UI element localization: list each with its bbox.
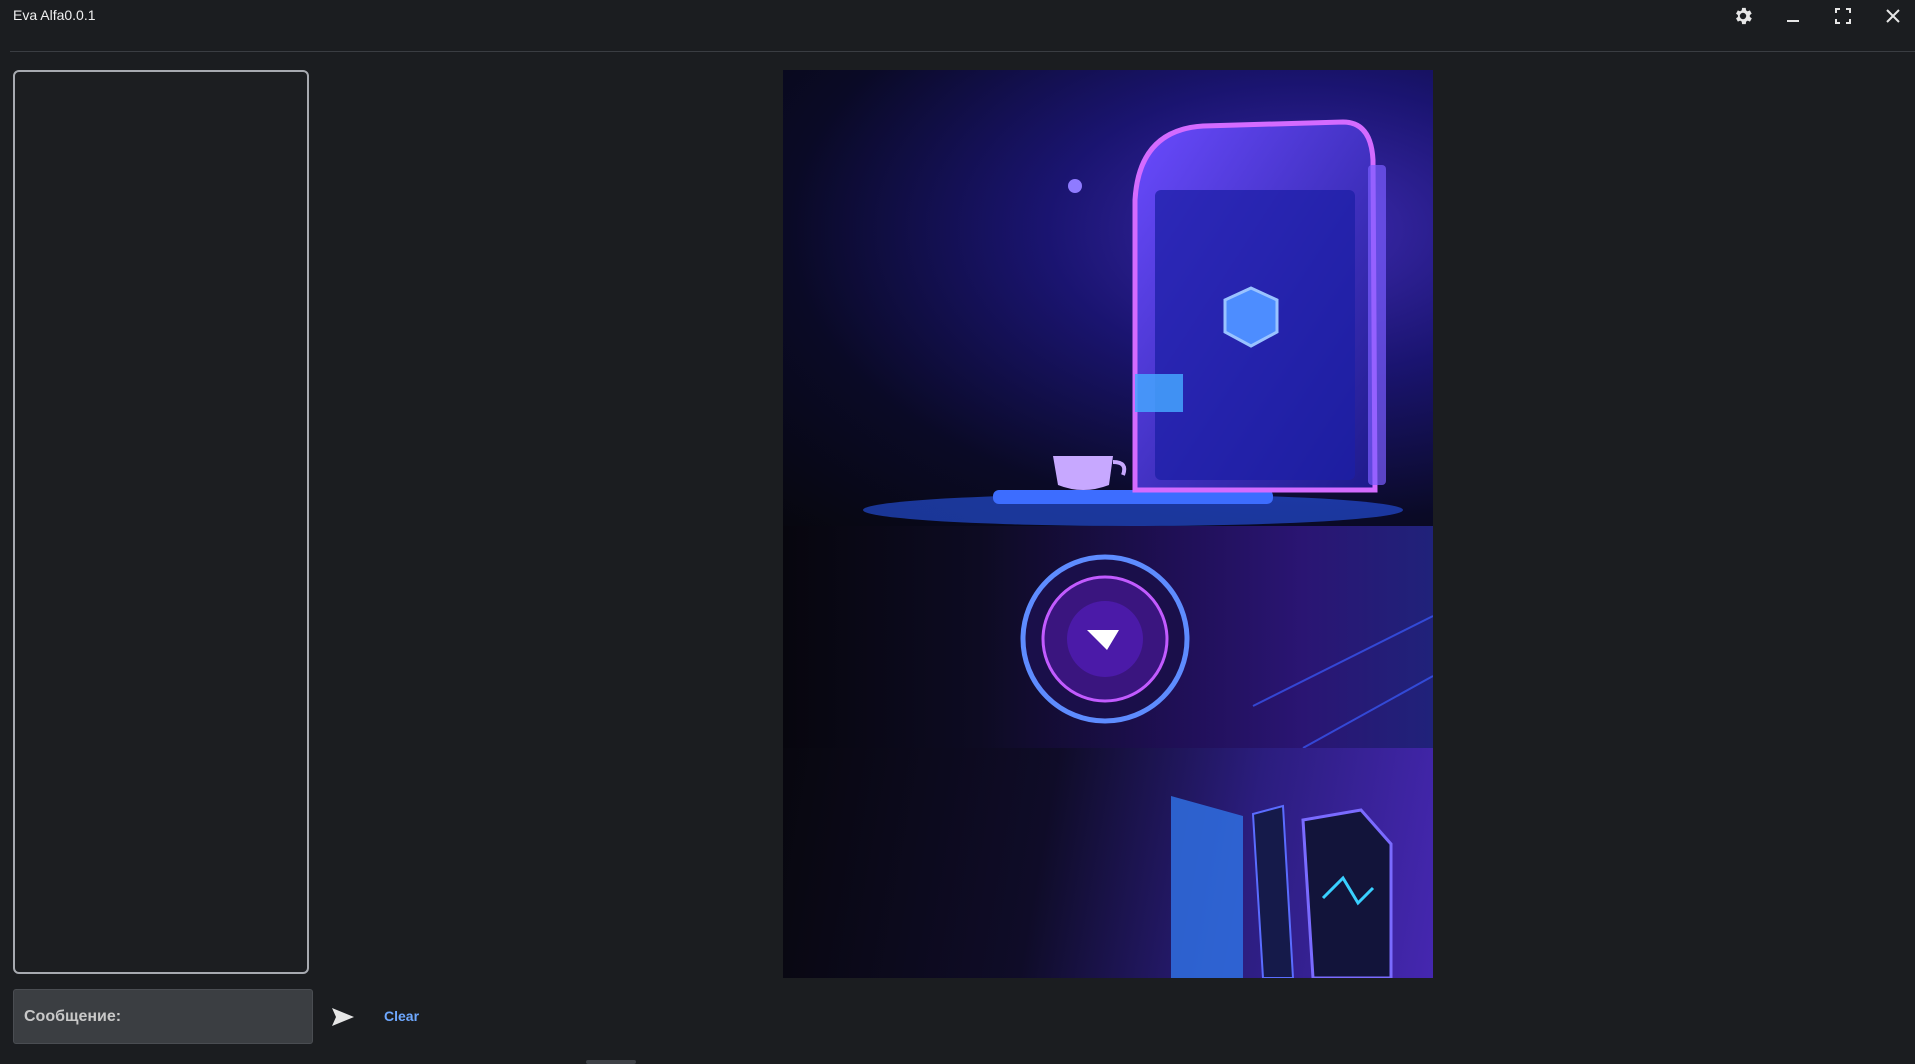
image-panel-computer (783, 70, 1433, 526)
computer-illustration (863, 119, 1403, 526)
app-title: Eva Alfa0.0.1 (13, 7, 96, 23)
send-button[interactable] (328, 1002, 358, 1032)
emblem-illustration (1020, 554, 1433, 749)
clear-button[interactable]: Clear (384, 1008, 419, 1024)
scroll-indicator[interactable] (586, 1060, 636, 1064)
close-icon (1886, 9, 1900, 23)
image-panel-emblem (783, 526, 1433, 749)
close-button[interactable] (1875, 2, 1911, 30)
maximize-icon (1835, 8, 1851, 24)
title-bar: Eva Alfa0.0.1 (0, 0, 1915, 51)
title-divider (10, 51, 1915, 52)
maximize-button[interactable] (1825, 2, 1861, 30)
minimize-icon (1787, 20, 1799, 22)
chat-history-panel[interactable] (13, 70, 309, 974)
message-input[interactable] (13, 989, 313, 1044)
generated-image (783, 70, 1433, 978)
gear-icon (1736, 7, 1752, 25)
devices-illustration (1171, 796, 1393, 978)
send-icon (332, 1008, 354, 1026)
minimize-button[interactable] (1775, 2, 1811, 30)
image-panel-devices (783, 748, 1433, 978)
settings-button[interactable] (1725, 2, 1761, 30)
